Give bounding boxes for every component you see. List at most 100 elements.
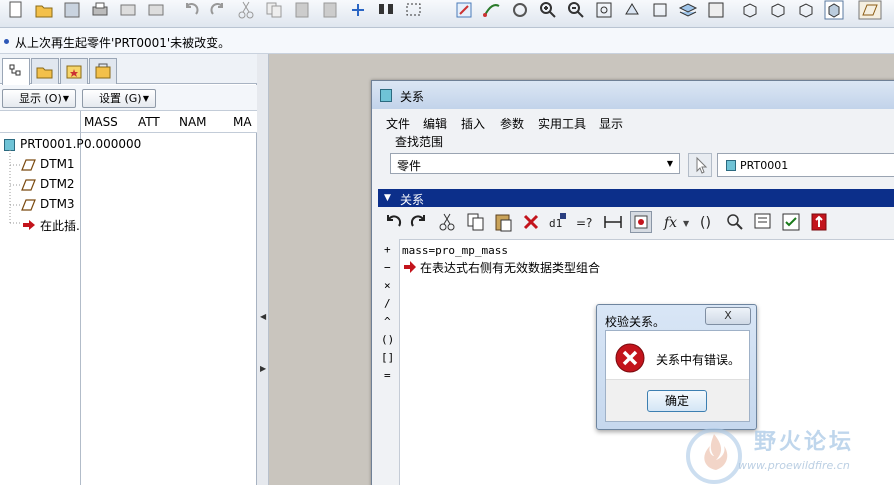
model-name-field[interactable]: PRT0001 <box>717 153 894 177</box>
tree-connector-lines <box>9 150 20 224</box>
redo-icon[interactable] <box>208 0 228 20</box>
comment-icon[interactable] <box>752 211 774 233</box>
operator-brackets[interactable]: [] <box>381 351 394 364</box>
cursor-arrow-icon <box>696 156 708 174</box>
operator-parentheses[interactable]: () <box>381 333 394 346</box>
layers-icon[interactable] <box>678 0 698 20</box>
search-scope-label: 查找范围 <box>395 135 444 149</box>
relations-section-label: 关系 <box>400 193 425 207</box>
svg-text:=?: =? <box>576 216 592 230</box>
units-toggle-icon[interactable] <box>630 211 652 233</box>
zoom-out-icon[interactable] <box>566 0 586 20</box>
column-header-att[interactable]: ATT <box>138 115 160 129</box>
copy-icon[interactable] <box>264 0 284 20</box>
operators-column: + − × / ^ () [] = <box>378 239 400 485</box>
send-mail-attach-icon[interactable] <box>146 0 166 20</box>
column-header-ma[interactable]: MA <box>233 115 252 129</box>
relations-section-header[interactable]: ▼ 关系 <box>378 189 894 207</box>
no-hidden-icon[interactable] <box>796 0 816 20</box>
undo-icon[interactable] <box>181 0 201 20</box>
verify-relations-icon[interactable] <box>780 211 802 233</box>
zoom-in-icon[interactable] <box>538 0 558 20</box>
menu-parameters[interactable]: 参数 <box>500 115 524 132</box>
operator-plus[interactable]: + <box>384 243 391 256</box>
delete-icon[interactable] <box>520 211 542 233</box>
operator-minus[interactable]: − <box>384 261 391 274</box>
expand-right-icon[interactable]: ▶ <box>260 364 266 373</box>
select-box-icon[interactable] <box>404 0 424 20</box>
show-dropdown-button[interactable]: 显示 (O) ▼ <box>2 89 76 108</box>
measure-icon[interactable] <box>602 211 624 233</box>
refit-icon[interactable] <box>594 0 614 20</box>
parentheses-icon[interactable]: () <box>696 211 718 233</box>
copy-icon[interactable] <box>464 211 486 233</box>
saved-views-icon[interactable] <box>650 0 670 20</box>
watermark-url: www.proewildfire.cn <box>738 459 850 472</box>
save-icon[interactable] <box>62 0 82 20</box>
tree-item-dtm3[interactable]: DTM3 <box>0 195 257 215</box>
datum-plane-display-icon[interactable] <box>858 0 882 20</box>
wireframe-icon[interactable] <box>740 0 760 20</box>
parameter-lookup-icon[interactable] <box>724 211 746 233</box>
operator-divide[interactable]: / <box>384 297 391 310</box>
settings-dropdown-button[interactable]: 设置 (G) ▼ <box>82 89 156 108</box>
datum-curve-icon[interactable] <box>482 0 502 20</box>
operator-equals[interactable]: = <box>384 369 391 382</box>
menu-utilities[interactable]: 实用工具 <box>538 115 586 132</box>
message-text: 从上次再生起零件'PRT0001'未被改变。 <box>15 36 231 50</box>
ok-button[interactable]: 确定 <box>647 390 707 412</box>
tab-favorites[interactable] <box>60 58 88 84</box>
panel-splitter[interactable]: ◀ ▶ <box>257 54 269 485</box>
main-toolbar <box>0 0 894 28</box>
column-header-mass[interactable]: MASS <box>84 115 118 129</box>
reorient-icon[interactable] <box>622 0 642 20</box>
cut-icon[interactable] <box>436 211 458 233</box>
sketch-icon[interactable] <box>454 0 474 20</box>
column-header-nam[interactable]: NAM <box>179 115 207 129</box>
shading-icon[interactable] <box>824 0 844 20</box>
close-button[interactable]: X <box>705 307 751 325</box>
tab-model-tree[interactable] <box>2 58 30 85</box>
menu-insert[interactable]: 插入 <box>461 115 485 132</box>
tree-item-label: PRT0001.P <box>20 137 84 151</box>
operator-multiply[interactable]: × <box>384 279 391 292</box>
view-manager-icon[interactable] <box>706 0 726 20</box>
collapse-triangle-icon: ▼ <box>384 193 391 203</box>
select-model-button[interactable] <box>688 153 712 177</box>
tab-connections[interactable] <box>89 58 117 84</box>
error-icon <box>615 343 645 373</box>
regenerate-icon[interactable] <box>348 0 368 20</box>
relations-titlebar[interactable]: 关系 <box>372 81 894 109</box>
tab-folder-browser[interactable] <box>31 58 59 84</box>
paste-icon[interactable] <box>292 0 312 20</box>
chevron-down-icon: ▼ <box>62 94 69 103</box>
tree-item-part[interactable]: PRT0001.P 0.000000 <box>0 135 257 155</box>
open-folder-icon[interactable] <box>34 0 54 20</box>
new-file-icon[interactable] <box>6 0 26 20</box>
evaluate-icon[interactable]: =? <box>574 211 596 233</box>
sort-relations-icon[interactable] <box>808 211 830 233</box>
menu-edit[interactable]: 编辑 <box>423 115 447 132</box>
scope-select-value: 零件 <box>397 159 422 173</box>
tree-item-dtm2[interactable]: DTM2 <box>0 175 257 195</box>
undo-icon[interactable] <box>382 211 404 233</box>
cut-icon[interactable] <box>236 0 256 20</box>
find-icon[interactable] <box>376 0 396 20</box>
paste-special-icon[interactable] <box>320 0 340 20</box>
paste-icon[interactable] <box>492 211 514 233</box>
scope-select[interactable]: 零件 ▼ <box>390 153 680 174</box>
error-message-line: 在表达式右侧有无效数据类型组合 <box>420 261 601 275</box>
switch-dimension-icon[interactable]: d1 <box>546 211 568 233</box>
function-insert-icon[interactable]: fx ▼ <box>662 211 692 233</box>
print-icon[interactable] <box>90 0 110 20</box>
collapse-left-icon[interactable]: ◀ <box>260 312 266 321</box>
operator-power[interactable]: ^ <box>384 315 391 328</box>
menu-file[interactable]: 文件 <box>386 115 410 132</box>
menu-display[interactable]: 显示 <box>599 115 623 132</box>
send-mail-icon[interactable] <box>118 0 138 20</box>
redo-icon[interactable] <box>408 211 430 233</box>
tree-item-dtm1[interactable]: DTM1 <box>0 155 257 175</box>
hidden-line-icon[interactable] <box>768 0 788 20</box>
tree-item-insert-here[interactable]: 在此插. <box>0 215 257 235</box>
spin-icon[interactable] <box>510 0 530 20</box>
